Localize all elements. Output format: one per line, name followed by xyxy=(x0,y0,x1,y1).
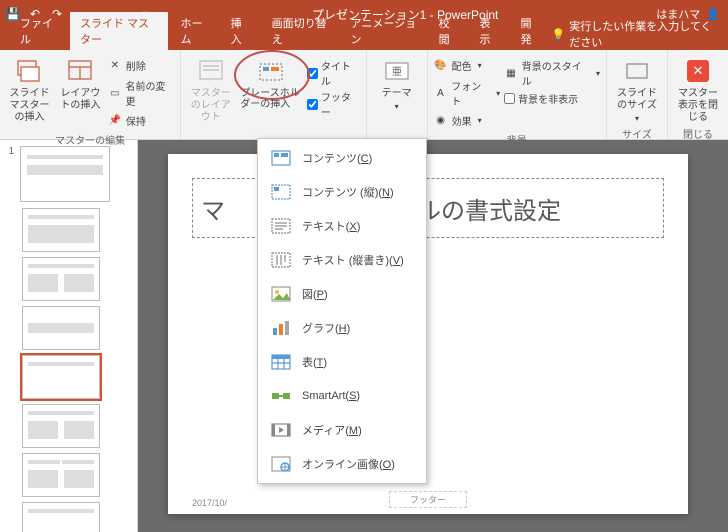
insert-slide-master-button[interactable]: スライド マスターの挿入 xyxy=(6,56,53,124)
rename-button[interactable]: ▭名前の変更 xyxy=(108,76,174,110)
ribbon-tabs: ファイル スライド マスター ホーム 挿入 画面切り替え アニメーション 校閲 … xyxy=(0,28,728,50)
tab-transitions[interactable]: 画面切り替え xyxy=(262,12,339,50)
fonts-button[interactable]: Aフォント▾ xyxy=(434,76,501,110)
themes-icon: 亜 xyxy=(382,56,412,86)
ribbon: スライド マスターの挿入 レイアウトの挿入 ✕削除 ▭名前の変更 📌保持 マスタ… xyxy=(0,50,728,140)
dd-smartart[interactable]: SmartArt(S) xyxy=(258,379,426,413)
table-icon xyxy=(270,353,292,371)
dd-content[interactable]: コンテンツ(C) xyxy=(258,141,426,175)
smartart-icon xyxy=(270,387,292,405)
fonts-icon: A xyxy=(434,86,448,100)
dd-text[interactable]: テキスト(X) xyxy=(258,209,426,243)
master-layout-button: マスターのレイアウト xyxy=(187,56,234,124)
rename-icon: ▭ xyxy=(108,86,122,100)
group-size: スライドのサイズ ▾ サイズ xyxy=(607,50,668,139)
master-thumbnail[interactable] xyxy=(20,146,110,202)
chevron-down-icon: ▾ xyxy=(478,116,482,125)
tab-insert[interactable]: 挿入 xyxy=(221,12,260,50)
tell-me-search[interactable]: 💡 実行したい作業を入力してください xyxy=(552,18,728,50)
tab-developer[interactable]: 開発 xyxy=(511,12,550,50)
group-background: 🎨配色▾ Aフォント▾ ◉効果▾ ▦背景のスタイル▾ 背景を非表示 背景 xyxy=(428,50,607,139)
tab-home[interactable]: ホーム xyxy=(170,12,218,50)
dd-online-image[interactable]: オンライン画像(O) xyxy=(258,447,426,481)
layout-icon xyxy=(65,56,95,86)
tab-review[interactable]: 校閲 xyxy=(429,12,468,50)
tab-animations[interactable]: アニメーション xyxy=(341,12,427,50)
layout-thumbnail[interactable] xyxy=(22,404,100,448)
layout-thumbnail[interactable] xyxy=(22,453,100,497)
media-icon xyxy=(270,421,292,439)
layout-thumbnail-selected[interactable] xyxy=(22,355,100,399)
chevron-down-icon: ▾ xyxy=(635,114,639,124)
delete-icon: ✕ xyxy=(108,59,122,73)
delete-button[interactable]: ✕削除 xyxy=(108,56,174,75)
dd-table[interactable]: 表(T) xyxy=(258,345,426,379)
bg-styles-icon: ▦ xyxy=(504,66,518,80)
dd-chart[interactable]: グラフ(H) xyxy=(258,311,426,345)
tab-file[interactable]: ファイル xyxy=(10,12,68,50)
slide-size-button[interactable]: スライドのサイズ ▾ xyxy=(613,56,661,124)
content-vertical-icon xyxy=(270,183,292,201)
text-vertical-icon xyxy=(270,251,292,269)
group-themes: 亜 テーマ ▾ xyxy=(367,50,428,139)
bg-styles-button[interactable]: ▦背景のスタイル▾ xyxy=(504,56,600,90)
tab-slide-master[interactable]: スライド マスター xyxy=(70,12,169,50)
thumb-number: 1 xyxy=(4,146,14,202)
slide-master-icon xyxy=(14,56,44,86)
themes-button[interactable]: 亜 テーマ ▾ xyxy=(373,56,421,112)
preserve-icon: 📌 xyxy=(108,114,122,128)
colors-button[interactable]: 🎨配色▾ xyxy=(434,56,501,75)
footer-placeholder[interactable]: フッター xyxy=(389,491,467,508)
dd-media[interactable]: メディア(M) xyxy=(258,413,426,447)
preserve-button[interactable]: 📌保持 xyxy=(108,111,174,130)
placeholder-dropdown: コンテンツ(C) コンテンツ (縦)(N) テキスト(X) テキスト (縦書き)… xyxy=(257,138,427,484)
layout-thumbnail[interactable] xyxy=(22,208,100,252)
text-icon xyxy=(270,217,292,235)
tab-view[interactable]: 表示 xyxy=(470,12,509,50)
effects-icon: ◉ xyxy=(434,114,448,128)
close-master-button[interactable]: ✕ マスター表示を閉じる xyxy=(674,56,722,124)
slide-size-icon xyxy=(622,56,652,86)
chevron-down-icon: ▾ xyxy=(478,61,482,70)
group-master-layout: マスターのレイアウト プレースホルダーの挿入 タイトル フッター マスター レイ… xyxy=(181,50,366,139)
colors-icon: 🎨 xyxy=(434,59,448,73)
layout-thumbnail[interactable] xyxy=(22,257,100,301)
hide-bg-checkbox[interactable]: 背景を非表示 xyxy=(504,91,600,106)
insert-layout-button[interactable]: レイアウトの挿入 xyxy=(57,56,104,112)
lightbulb-icon: 💡 xyxy=(552,28,566,41)
slide-editor[interactable]: マ トルの書式設定 2017/10/ フッター xyxy=(138,140,728,532)
date-placeholder[interactable]: 2017/10/ xyxy=(192,498,227,508)
group-close: ✕ マスター表示を閉じる 閉じる xyxy=(668,50,728,139)
slide-canvas[interactable]: マ トルの書式設定 2017/10/ フッター xyxy=(168,154,688,514)
dd-content-vertical[interactable]: コンテンツ (縦)(N) xyxy=(258,175,426,209)
master-layout-icon xyxy=(196,56,226,86)
layout-thumbnail[interactable] xyxy=(22,502,100,532)
layout-thumbnail[interactable] xyxy=(22,306,100,350)
svg-text:亜: 亜 xyxy=(392,67,402,78)
title-checkbox[interactable]: タイトル xyxy=(307,58,360,88)
group-edit-master: スライド マスターの挿入 レイアウトの挿入 ✕削除 ▭名前の変更 📌保持 マスタ… xyxy=(0,50,181,139)
online-image-icon xyxy=(270,455,292,473)
footer-checkbox[interactable]: フッター xyxy=(307,89,360,119)
insert-placeholder-button[interactable]: プレースホルダーの挿入 xyxy=(238,56,303,112)
chart-icon xyxy=(270,319,292,337)
content-icon xyxy=(270,149,292,167)
close-icon: ✕ xyxy=(683,56,713,86)
effects-button[interactable]: ◉効果▾ xyxy=(434,111,501,130)
thumbnail-panel[interactable]: 1 xyxy=(0,140,138,532)
dd-picture[interactable]: 図(P) xyxy=(258,277,426,311)
placeholder-icon xyxy=(256,58,286,88)
picture-icon xyxy=(270,285,292,303)
chevron-down-icon: ▾ xyxy=(596,69,600,78)
dd-text-vertical[interactable]: テキスト (縦書き)(V) xyxy=(258,243,426,277)
chevron-down-icon: ▾ xyxy=(496,89,500,98)
chevron-down-icon: ▾ xyxy=(395,102,399,112)
